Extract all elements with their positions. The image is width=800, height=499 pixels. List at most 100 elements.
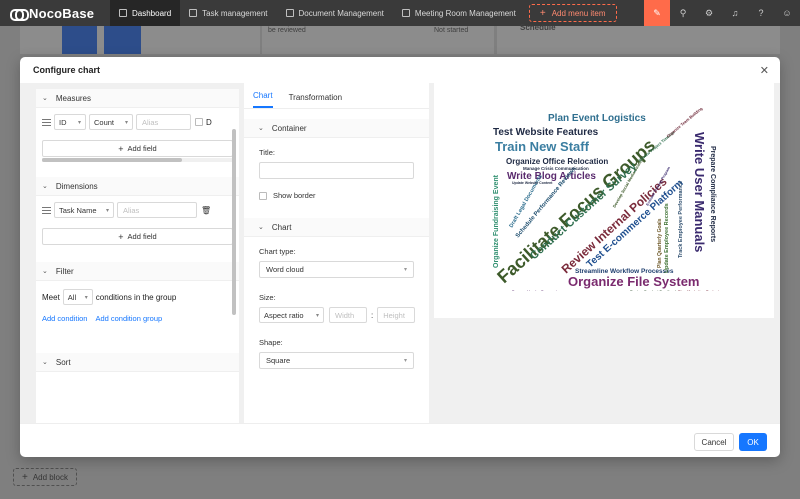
chevron-down-icon: ⌄ bbox=[42, 183, 48, 190]
gear-icon: ⚙ bbox=[704, 7, 714, 18]
word-cloud-word: Test Website Features bbox=[493, 127, 599, 138]
drag-handle-icon[interactable] bbox=[42, 118, 51, 127]
add-condition-link[interactable]: Add condition bbox=[42, 314, 87, 323]
add-dimension-button[interactable]: + Add field bbox=[42, 228, 233, 245]
word-cloud-word: Update Employee Records bbox=[664, 203, 670, 273]
size-label: Size: bbox=[259, 293, 276, 302]
plugins-button[interactable]: ⚲ bbox=[670, 0, 696, 26]
dashboard-icon bbox=[119, 9, 127, 17]
size-mode-select[interactable]: Aspect ratio ▾ bbox=[259, 307, 324, 323]
select-value: Word cloud bbox=[266, 265, 304, 274]
placeholder: Alias bbox=[123, 205, 140, 215]
settings-button[interactable]: ⚙ bbox=[696, 0, 722, 26]
add-menu-item-button[interactable]: + Add menu item bbox=[528, 4, 617, 22]
word-cloud-word: Organize Office Relocation bbox=[506, 157, 608, 166]
placeholder: Alias bbox=[142, 117, 159, 127]
chevron-down-icon: ▾ bbox=[403, 267, 407, 273]
word-cloud-word: Organize File System bbox=[568, 274, 700, 289]
container-section-header[interactable]: ⌄ Container bbox=[244, 119, 429, 138]
menu-item-label: Task management bbox=[202, 8, 268, 18]
chart-type-select[interactable]: Word cloud ▾ bbox=[259, 261, 414, 278]
add-measure-button[interactable]: + Add field bbox=[42, 140, 233, 157]
word-cloud-word: Prepare Compliance Reports bbox=[709, 146, 716, 242]
placeholder: Width bbox=[335, 310, 355, 320]
tab-transformation[interactable]: Transformation bbox=[289, 93, 343, 108]
close-icon[interactable]: ✕ bbox=[760, 64, 769, 77]
plus-icon: + bbox=[539, 7, 546, 19]
shape-select[interactable]: Square ▾ bbox=[259, 352, 414, 369]
sort-section-header[interactable]: ⌄ Sort bbox=[36, 353, 239, 372]
chart-config-panel: Chart Transformation ⌄ Container Title: … bbox=[244, 83, 429, 423]
filter-section-header[interactable]: ⌄ Filter bbox=[36, 262, 239, 281]
dialog-footer: Cancel OK bbox=[20, 423, 780, 457]
menu-item-task-management[interactable]: Task management bbox=[180, 0, 276, 26]
menu-item-label: Meeting Room Management bbox=[414, 8, 516, 18]
document-icon bbox=[285, 9, 294, 17]
menu-item-label: Dashboard bbox=[132, 8, 172, 18]
word-cloud-word: Plan Marketing Budget bbox=[678, 290, 720, 291]
trash-icon[interactable]: 🗑 bbox=[201, 206, 211, 215]
notifications-button[interactable]: ♫ bbox=[722, 0, 748, 26]
aggregation-select[interactable]: Count ▾ bbox=[89, 114, 133, 130]
dimensions-section-header[interactable]: ⌄ Dimensions bbox=[36, 177, 239, 196]
nocobase-logo-icon bbox=[10, 7, 29, 21]
chevron-down-icon: ▾ bbox=[124, 119, 128, 126]
horizontal-scrollbar[interactable] bbox=[42, 158, 233, 162]
menu-item-document-management[interactable]: Document Management bbox=[277, 0, 393, 26]
select-value: Count bbox=[94, 117, 115, 127]
measures-section-header[interactable]: ⌄ Measures bbox=[36, 89, 239, 108]
vertical-scrollbar[interactable] bbox=[232, 129, 236, 315]
word-cloud-word: Update Website Content bbox=[512, 181, 553, 185]
dimension-field-select[interactable]: Task Name ▾ bbox=[54, 202, 114, 218]
plug-icon: ⚲ bbox=[679, 7, 687, 18]
show-border-checkbox[interactable] bbox=[259, 191, 267, 200]
select-value: All bbox=[67, 292, 77, 302]
ui-editor-button[interactable]: ✎ bbox=[644, 0, 670, 26]
chevron-down-icon: ⌄ bbox=[258, 224, 264, 231]
chevron-down-icon: ⌄ bbox=[42, 359, 48, 366]
help-button[interactable]: ? bbox=[748, 0, 774, 26]
filter-mode-select[interactable]: All ▾ bbox=[62, 289, 93, 305]
drag-handle-icon[interactable] bbox=[42, 206, 51, 215]
section-title: Sort bbox=[55, 357, 71, 367]
width-input[interactable]: Width bbox=[329, 307, 367, 323]
add-condition-group-link[interactable]: Add condition group bbox=[95, 314, 162, 323]
query-panel: ⌄ Measures ID ▾ Count ▾ Alias D + Add field bbox=[36, 89, 239, 423]
tab-chart[interactable]: Chart bbox=[253, 91, 273, 108]
section-title: Chart bbox=[271, 222, 292, 232]
filter-row: Meet All ▾ conditions in the group bbox=[36, 283, 239, 311]
add-block-button[interactable]: + Add block bbox=[13, 468, 77, 486]
measure-field-select[interactable]: ID ▾ bbox=[54, 114, 86, 130]
word-cloud-word: Streamline Workflow Processes bbox=[575, 268, 674, 275]
menu-item-dashboard[interactable]: Dashboard bbox=[110, 0, 181, 26]
chevron-down-icon: ▾ bbox=[77, 119, 81, 126]
dimension-alias-input[interactable]: Alias bbox=[117, 202, 197, 218]
help-icon: ? bbox=[758, 8, 764, 18]
brand-logo[interactable]: NocoBase bbox=[0, 6, 110, 21]
menu-item-label: Document Management bbox=[298, 8, 384, 18]
cancel-button[interactable]: Cancel bbox=[694, 433, 734, 451]
select-value: Task Name bbox=[59, 205, 97, 215]
chart-title-input[interactable] bbox=[259, 162, 414, 179]
word-cloud-word: Organize Fundraising Event bbox=[493, 174, 500, 268]
word-cloud-word: Prepare Vendor Payments bbox=[512, 290, 559, 291]
menu-item-meeting-room[interactable]: Meeting Room Management bbox=[393, 0, 525, 26]
select-value: Square bbox=[266, 356, 291, 365]
chevron-down-icon: ⌄ bbox=[258, 125, 264, 132]
distinct-checkbox[interactable] bbox=[195, 118, 203, 126]
chart-section-header[interactable]: ⌄ Chart bbox=[244, 218, 429, 237]
select-value: ID bbox=[59, 117, 67, 127]
top-navigation-bar: NocoBase Dashboard Task management Docum… bbox=[0, 0, 800, 26]
measure-alias-input[interactable]: Alias bbox=[136, 114, 191, 130]
section-title: Dimensions bbox=[55, 181, 98, 191]
title-field-label: Title: bbox=[259, 148, 275, 157]
height-input[interactable]: Height bbox=[377, 307, 416, 323]
chart-type-label: Chart type: bbox=[259, 247, 296, 256]
chevron-down-icon: ▾ bbox=[403, 358, 407, 364]
dimension-row: Task Name ▾ Alias 🗑 bbox=[36, 196, 239, 224]
word-cloud-word: Manage Crisis Communication bbox=[523, 166, 589, 171]
user-menu-button[interactable]: ☺ bbox=[774, 0, 800, 26]
list-icon bbox=[189, 9, 198, 17]
ok-button[interactable]: OK bbox=[739, 433, 767, 451]
user-icon: ☺ bbox=[782, 8, 792, 18]
